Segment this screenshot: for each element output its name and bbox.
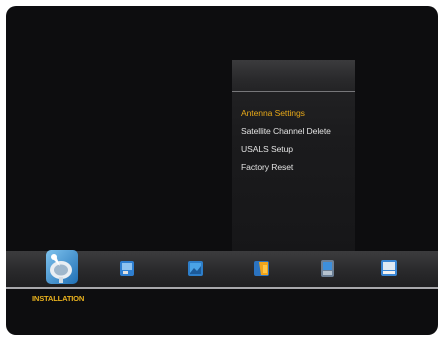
active-menu-caption: INSTALLATION [32, 294, 85, 303]
picture-icon[interactable] [187, 260, 204, 277]
submenu-header [232, 60, 355, 92]
submenu-item-satellite-channel-delete[interactable]: Satellite Channel Delete [241, 122, 331, 140]
submenu-item-factory-reset[interactable]: Factory Reset [241, 158, 331, 176]
menu-bar-divider [6, 287, 438, 289]
channel-icon[interactable] [119, 260, 135, 277]
installation-satellite-icon[interactable] [44, 248, 80, 286]
tv-screen: Antenna Settings Satellite Channel Delet… [6, 6, 438, 335]
settings-icon[interactable] [320, 259, 335, 278]
submenu-list: Antenna Settings Satellite Channel Delet… [241, 104, 331, 176]
submenu-item-antenna-settings[interactable]: Antenna Settings [241, 104, 331, 122]
submenu-panel: Antenna Settings Satellite Channel Delet… [232, 60, 355, 258]
folder-icon[interactable] [253, 259, 270, 277]
submenu-item-usals-setup[interactable]: USALS Setup [241, 140, 331, 158]
monitor-icon[interactable] [380, 259, 398, 277]
